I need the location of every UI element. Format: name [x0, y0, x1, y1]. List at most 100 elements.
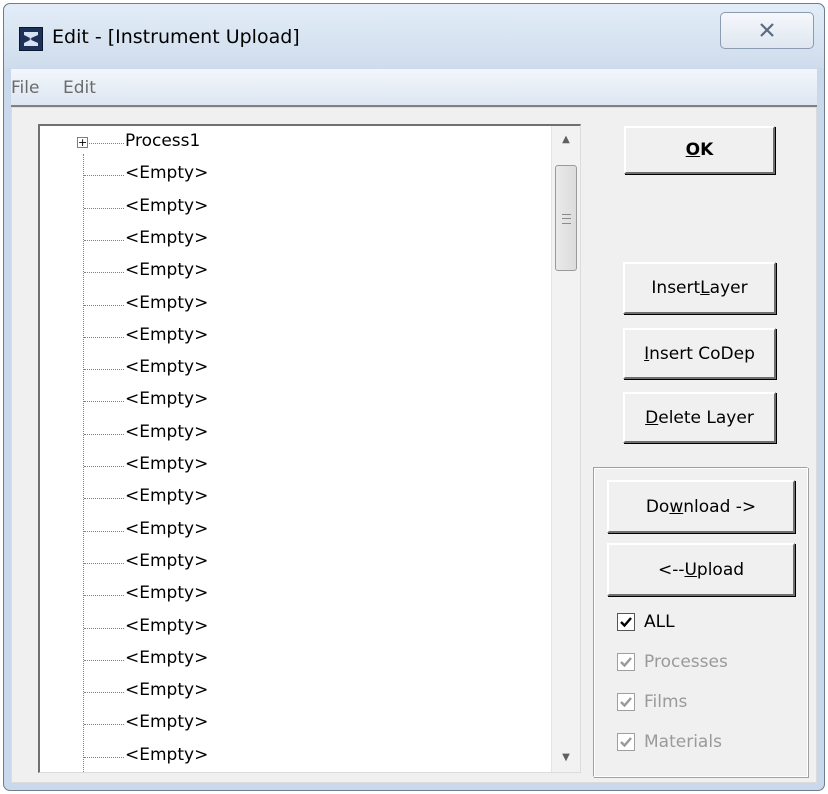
tree-row[interactable]: <Empty>: [40, 580, 555, 610]
tree-row[interactable]: <Empty>: [40, 257, 555, 287]
tree-row[interactable]: <Empty>: [40, 290, 555, 320]
tree-row[interactable]: <Empty>: [40, 354, 555, 384]
insert-layer-pre: Insert: [651, 278, 701, 298]
expand-plus-icon[interactable]: +: [77, 137, 88, 148]
tree-branch-line: [84, 304, 124, 306]
edit-window: Edit - [Instrument Upload] File Edit + Pr…: [3, 3, 825, 791]
tree-vertical-scrollbar[interactable]: ▲ ▼: [551, 126, 580, 772]
insert-codep-post: nsert CoDep: [649, 343, 755, 364]
tree-row[interactable]: <Empty>: [40, 645, 555, 675]
delete-layer-button[interactable]: Delete Layer: [623, 392, 776, 443]
tree-row-root[interactable]: + Process1: [40, 128, 555, 158]
tree-node-label: <Empty>: [125, 163, 209, 184]
tree-row[interactable]: <Empty>: [40, 193, 555, 223]
insert-layer-post: ayer: [709, 278, 748, 298]
tree-node-label: <Empty>: [125, 454, 209, 474]
tree-row[interactable]: <Empty>: [40, 709, 555, 739]
tree-branch-line: [84, 143, 124, 144]
upload-pre: <--: [657, 559, 685, 580]
app-icon: [19, 27, 43, 51]
tree-node-label: <Empty>: [125, 260, 209, 281]
check-icon: [620, 737, 632, 748]
upload-button[interactable]: <-- Upload: [607, 543, 795, 596]
tree-node-label: <Empty>: [125, 550, 209, 571]
tree-row[interactable]: <Empty>: [40, 160, 555, 190]
tree-branch-line: [84, 369, 124, 371]
tree-node-label: <Empty>: [125, 647, 209, 668]
delete-layer-mnemonic: D: [645, 407, 659, 428]
tree-row[interactable]: <Empty>: [40, 322, 555, 352]
tree-node-label: <Empty>: [125, 227, 209, 248]
scroll-thumb[interactable]: [555, 165, 577, 271]
checkbox-processes[interactable]: Processes: [617, 650, 728, 674]
tree-row[interactable]: <Empty>: [40, 677, 555, 707]
tree-node-label: <Empty>: [125, 389, 209, 410]
tree-branch-line: [84, 627, 124, 629]
check-icon: [620, 697, 632, 708]
insert-layer-mnemonic: L: [700, 278, 710, 298]
checkbox-all[interactable]: ALL: [617, 610, 675, 634]
ok-post: K: [700, 140, 714, 160]
close-button[interactable]: [720, 12, 814, 49]
tree-node-label: <Empty>: [125, 421, 209, 442]
tree-branch-line: [84, 595, 124, 597]
close-icon: [760, 23, 774, 37]
tree-row[interactable]: <Empty>: [40, 613, 555, 643]
checkbox-materials[interactable]: Materials: [617, 730, 722, 754]
checkbox-materials-box[interactable]: [617, 733, 635, 751]
checkbox-films-box[interactable]: [617, 693, 635, 711]
tree-node-label: <Empty>: [125, 195, 209, 216]
tree-node-label: <Empty>: [125, 583, 209, 604]
window-title: Edit - [Instrument Upload]: [52, 26, 300, 48]
menu-edit[interactable]: Edit: [63, 78, 96, 98]
tree-node-label: <Empty>: [125, 518, 209, 539]
scroll-down-arrow-icon[interactable]: ▼: [552, 744, 580, 772]
tree-row[interactable]: <Empty>: [40, 483, 555, 513]
tree-node-label: <Empty>: [125, 712, 209, 733]
tree-node-label: Process1: [125, 131, 201, 151]
menu-bar: File Edit: [11, 69, 817, 107]
tree-node-label: <Empty>: [125, 680, 209, 701]
tree-node-label: <Empty>: [125, 486, 209, 507]
scroll-up-arrow-icon[interactable]: ▲: [552, 126, 580, 154]
tree-row[interactable]: <Empty>: [40, 386, 555, 416]
ok-button[interactable]: OK: [624, 126, 775, 174]
tree-branch-line: [84, 175, 124, 177]
tree-branch-line: [84, 498, 124, 500]
checkbox-processes-label: Processes: [644, 652, 728, 672]
checkbox-films[interactable]: Films: [617, 690, 687, 714]
tree-branch-line: [84, 207, 124, 209]
insert-codep-button[interactable]: Insert CoDep: [623, 328, 776, 379]
tree-content: + Process1 <Empty> <Empty> <Empty> <Empty> <Em…: [40, 126, 555, 772]
upload-mnemonic: U: [684, 559, 697, 580]
tree-row[interactable]: <Empty>: [40, 225, 555, 255]
checkbox-all-label: ALL: [644, 612, 675, 632]
tree-branch-line: [84, 401, 124, 403]
tree-branch-line: [84, 756, 124, 758]
tree-row[interactable]: <Empty>: [40, 548, 555, 578]
tree-branch-line: [84, 659, 124, 661]
ok-mnemonic: O: [685, 140, 701, 160]
check-icon: [620, 617, 632, 628]
download-button[interactable]: Do w nload ->: [607, 480, 795, 533]
tree-branch-line: [84, 530, 124, 532]
checkbox-processes-box[interactable]: [617, 653, 635, 671]
tree-row[interactable]: <Empty>: [40, 451, 555, 481]
tree-branch-line: [84, 562, 124, 564]
tree-node-label: <Empty>: [125, 615, 209, 636]
menu-file[interactable]: File: [11, 78, 39, 98]
tree-branch-line: [84, 272, 124, 274]
insert-layer-button[interactable]: Insert Layer: [623, 262, 776, 314]
tree-branch-line: [84, 692, 124, 694]
tree-node-label: <Empty>: [125, 324, 209, 345]
layer-tree[interactable]: + Process1 <Empty> <Empty> <Empty> <Empty> <Em…: [38, 124, 581, 773]
tree-branch-line: [84, 239, 124, 241]
tree-branch-line: [84, 466, 124, 467]
delete-layer-post: elete Layer: [658, 407, 754, 428]
checkbox-all-box[interactable]: [617, 613, 635, 631]
tree-branch-line: [84, 433, 124, 435]
tree-row[interactable]: <Empty>: [40, 419, 555, 449]
dialog-client-area: + Process1 <Empty> <Empty> <Empty> <Empty> <Em…: [11, 107, 817, 783]
tree-row[interactable]: <Empty>: [40, 742, 555, 772]
tree-row[interactable]: <Empty>: [40, 516, 555, 546]
